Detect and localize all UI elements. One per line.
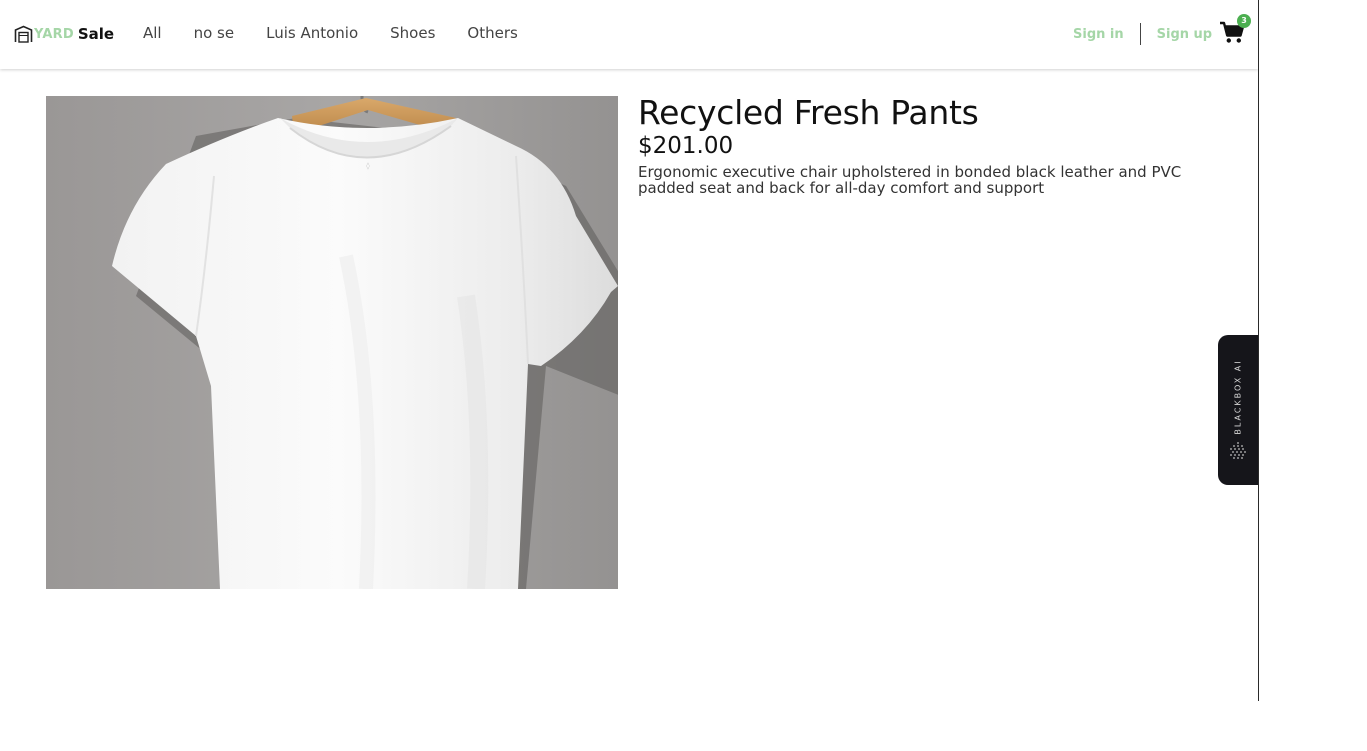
auth-links: Sign in Sign up: [1073, 22, 1212, 46]
auth-divider: [1139, 23, 1141, 45]
svg-text:◊: ◊: [366, 162, 370, 170]
brand-logo[interactable]: YARD Sale: [14, 22, 114, 46]
category-nav: All no se Luis Antonio Shoes Others: [143, 24, 550, 42]
product-details: Recycled Fresh Pants $201.00 Ergonomic e…: [638, 94, 1198, 211]
product-title: Recycled Fresh Pants: [638, 93, 979, 132]
sign-in-link[interactable]: Sign in: [1073, 27, 1124, 42]
browser-viewport: YARD Sale All no se Luis Antonio Shoes O…: [0, 0, 1259, 701]
blackbox-ai-tab[interactable]: BLACKBOX AI: [1218, 335, 1258, 485]
blackbox-ai-label: BLACKBOX AI: [1233, 359, 1243, 435]
sign-up-link[interactable]: Sign up: [1157, 27, 1212, 42]
t-shirt-photo: ◊: [46, 96, 618, 589]
nav-item-no-se[interactable]: no se: [194, 24, 235, 42]
site-header: YARD Sale All no se Luis Antonio Shoes O…: [0, 0, 1258, 69]
nav-item-luis-antonio[interactable]: Luis Antonio: [266, 24, 358, 42]
blackbox-logo-icon: [1230, 442, 1246, 459]
product-description: Ergonomic executive chair upholstered in…: [638, 163, 1182, 197]
nav-item-all[interactable]: All: [143, 24, 162, 42]
product-image: ◊: [46, 96, 618, 589]
brand-yard-text: YARD: [34, 26, 74, 42]
product-price: $201.00: [638, 133, 734, 159]
cart-count-badge: 3: [1237, 14, 1251, 28]
brand-sale-text: Sale: [77, 25, 115, 43]
garage-icon: [14, 25, 33, 43]
nav-item-shoes[interactable]: Shoes: [390, 24, 435, 42]
nav-item-others[interactable]: Others: [467, 24, 517, 42]
